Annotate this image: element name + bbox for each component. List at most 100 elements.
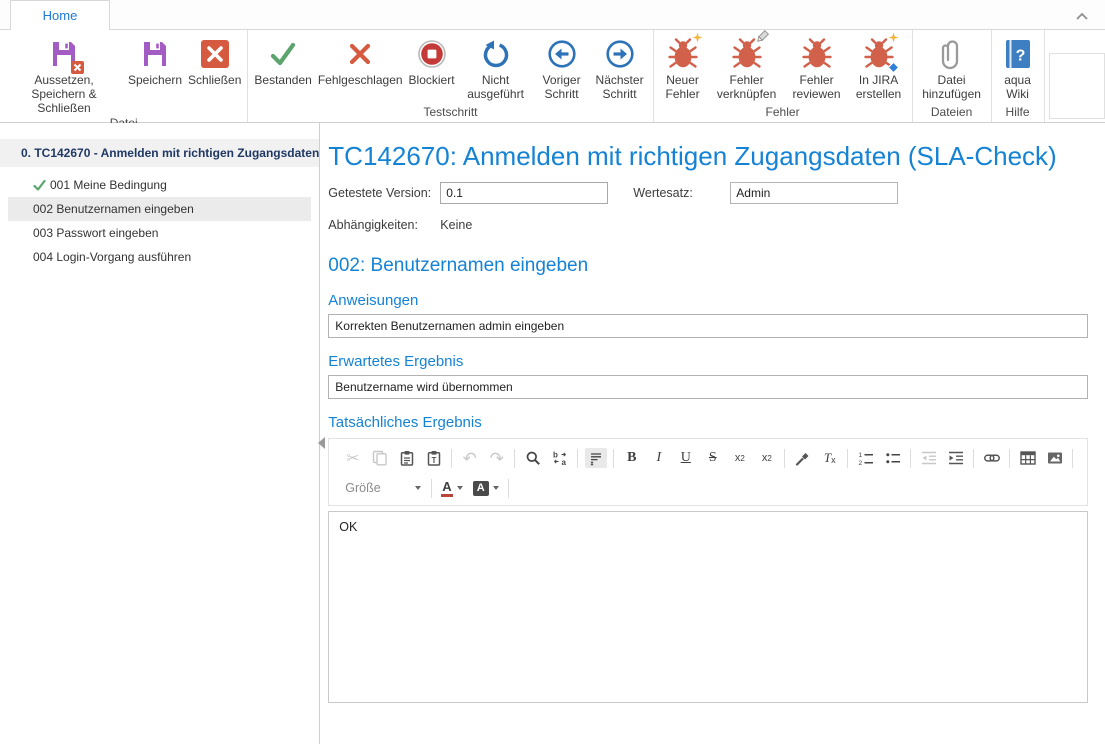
testcase-header-row[interactable]: 0. TC142670 - Anmelden mit richtigen Zug… xyxy=(0,139,319,167)
bug-icon xyxy=(802,35,832,72)
step-row-004[interactable]: 004 Login-Vorgang ausführen xyxy=(8,245,311,269)
table-icon[interactable] xyxy=(1014,446,1041,470)
tested-version-input[interactable] xyxy=(440,182,608,204)
chevron-down-icon xyxy=(493,486,499,490)
group-label-dateien: Dateien xyxy=(913,104,991,122)
step-row-002[interactable]: 002 Benutzernamen eingeben xyxy=(8,197,311,221)
copy-icon xyxy=(366,446,393,470)
ribbon: Home xyxy=(0,0,1105,123)
step-list: 001 Meine Bedingung 002 Benutzernamen ei… xyxy=(0,173,319,269)
paperclip-icon xyxy=(939,35,965,72)
step-heading: 002: Benutzernamen eingeben xyxy=(328,255,1088,277)
close-icon xyxy=(201,35,229,72)
cut-icon: ✂ xyxy=(339,446,366,470)
step-row-001[interactable]: 001 Meine Bedingung xyxy=(8,173,311,197)
suspend-save-close-button[interactable]: Aussetzen, Speichern & Schließen xyxy=(3,32,125,115)
superscript-icon[interactable]: x2 xyxy=(753,446,780,470)
tab-home[interactable]: Home xyxy=(10,0,110,30)
new-defect-button[interactable]: Neuer Fehler xyxy=(657,32,709,104)
create-jira-button[interactable]: In JIRA erstellen xyxy=(849,32,909,104)
circle-right-arrow-icon xyxy=(605,35,635,72)
strikethrough-icon[interactable]: S xyxy=(699,446,726,470)
chevron-down-icon xyxy=(457,486,463,490)
search-icon[interactable] xyxy=(519,446,546,470)
increase-indent-icon[interactable] xyxy=(942,446,969,470)
replace-icon[interactable]: b a xyxy=(546,446,573,470)
splitter-collapse-arrow[interactable] xyxy=(318,437,325,449)
bullet-list-icon[interactable] xyxy=(879,446,906,470)
bug-new-icon xyxy=(668,35,698,72)
save-close-icon xyxy=(49,35,79,72)
link-icon[interactable] xyxy=(978,446,1005,470)
not-run-button[interactable]: Nicht ausgeführt xyxy=(458,32,534,104)
tested-version-label: Getestete Version: xyxy=(328,186,440,200)
red-x-icon xyxy=(346,35,374,72)
expected-result-label: Erwartetes Ergebnis xyxy=(328,353,1088,370)
group-label-testschritt: Testschritt xyxy=(248,104,652,122)
instructions-label: Anweisungen xyxy=(328,292,1088,309)
reset-arrow-icon xyxy=(481,35,511,72)
stop-icon xyxy=(417,35,447,72)
passed-button[interactable]: Bestanden xyxy=(251,32,314,104)
bug-jira-icon xyxy=(864,35,894,72)
dependencies-label: Abhängigkeiten: xyxy=(328,218,440,232)
previous-step-button[interactable]: Voriger Schritt xyxy=(534,32,590,104)
group-label-hilfe: Hilfe xyxy=(992,104,1044,122)
subscript-icon[interactable]: x2 xyxy=(726,446,753,470)
save-icon xyxy=(140,35,170,72)
ribbon-group-fehler: Neuer Fehler xyxy=(654,30,913,122)
add-file-button[interactable]: Datei hinzufügen xyxy=(916,32,988,104)
ribbon-group-testschritt: Bestanden Fehlgeschlagen Blockiert xyxy=(248,30,653,122)
ribbon-empty-area xyxy=(1049,53,1105,119)
remove-format-icon[interactable]: Tx xyxy=(816,446,843,470)
svg-text:T: T xyxy=(431,456,436,465)
wiki-book-icon: ? xyxy=(1005,35,1031,72)
link-defect-button[interactable]: Fehler verknüpfen xyxy=(709,32,785,104)
dependencies-value: Keine xyxy=(440,218,472,232)
svg-text:b: b xyxy=(553,451,558,460)
tab-home-label: Home xyxy=(43,8,78,23)
aqua-wiki-button[interactable]: ? aqua Wiki xyxy=(995,32,1041,104)
bold-icon[interactable]: B xyxy=(618,446,645,470)
font-size-dropdown[interactable]: Größe xyxy=(339,477,427,499)
paste-plain-text-icon[interactable]: T xyxy=(420,446,447,470)
value-set-label: Wertesatz: xyxy=(633,186,730,200)
redo-icon: ↷ xyxy=(483,446,510,470)
review-defect-button[interactable]: Fehler reviewen xyxy=(785,32,849,104)
content-area: 0. TC142670 - Anmelden mit richtigen Zug… xyxy=(0,123,1105,744)
italic-icon[interactable]: I xyxy=(645,446,672,470)
numbered-list-icon[interactable]: 12 xyxy=(852,446,879,470)
test-steps-sidebar: 0. TC142670 - Anmelden mit richtigen Zug… xyxy=(0,123,320,744)
instructions-input[interactable] xyxy=(328,314,1088,338)
image-icon[interactable] xyxy=(1041,446,1068,470)
actual-result-editor[interactable]: OK xyxy=(328,511,1088,703)
collapse-ribbon-icon[interactable] xyxy=(1075,8,1089,26)
svg-text:a: a xyxy=(561,458,566,466)
ribbon-body: Aussetzen, Speichern & Schließen Speiche… xyxy=(0,30,1105,123)
main-panel: TC142670: Anmelden mit richtigen Zugangs… xyxy=(320,123,1105,744)
paste-icon[interactable] xyxy=(393,446,420,470)
decrease-indent-icon xyxy=(915,446,942,470)
svg-text:?: ? xyxy=(1015,47,1025,64)
passed-check-icon xyxy=(33,179,46,192)
font-color-button[interactable]: A xyxy=(436,480,467,497)
blocked-button[interactable]: Blockiert xyxy=(406,32,458,104)
next-step-button[interactable]: Nächster Schritt xyxy=(590,32,650,104)
underline-icon[interactable]: U xyxy=(672,446,699,470)
format-painter-icon[interactable] xyxy=(789,446,816,470)
background-color-button[interactable]: A xyxy=(468,481,504,496)
svg-text:1: 1 xyxy=(858,452,862,459)
value-set-input[interactable] xyxy=(730,182,898,204)
select-all-icon[interactable] xyxy=(582,446,609,470)
ribbon-group-hilfe: ? aqua Wiki Hilfe xyxy=(992,30,1045,122)
save-button[interactable]: Speichern xyxy=(125,32,185,115)
actual-result-label: Tatsächliches Ergebnis xyxy=(328,414,1088,431)
check-icon xyxy=(268,35,298,72)
undo-icon: ↶ xyxy=(456,446,483,470)
step-row-003[interactable]: 003 Passwort eingeben xyxy=(8,221,311,245)
close-button[interactable]: Schließen xyxy=(185,32,244,115)
failed-button[interactable]: Fehlgeschlagen xyxy=(315,32,406,104)
expected-result-input[interactable] xyxy=(328,375,1088,399)
ribbon-tab-row: Home xyxy=(0,0,1105,30)
svg-text:2: 2 xyxy=(858,460,862,466)
